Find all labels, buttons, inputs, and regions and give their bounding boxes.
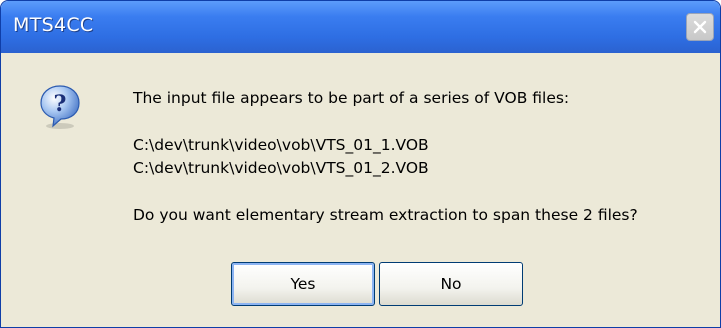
message-text: The input file appears to be part of a s…	[133, 89, 570, 107]
window-title: MTS4CC	[13, 14, 94, 36]
yes-button[interactable]: Yes	[231, 262, 375, 306]
dialog-body: ? The input file appears to be part of a…	[1, 53, 720, 327]
svg-text:?: ?	[54, 91, 67, 117]
dialog-window: MTS4CC ? The input file appears to be pa…	[0, 0, 721, 328]
question-icon: ?	[40, 85, 80, 129]
close-button[interactable]	[686, 13, 714, 41]
file-path-1: C:\dev\trunk\video\vob\VTS_01_1.VOB	[133, 136, 429, 154]
close-icon	[693, 20, 707, 34]
no-button[interactable]: No	[379, 262, 523, 306]
file-path-2: C:\dev\trunk\video\vob\VTS_01_2.VOB	[133, 159, 429, 177]
question-text: Do you want elementary stream extraction…	[133, 206, 638, 224]
title-bar[interactable]: MTS4CC	[1, 1, 720, 53]
